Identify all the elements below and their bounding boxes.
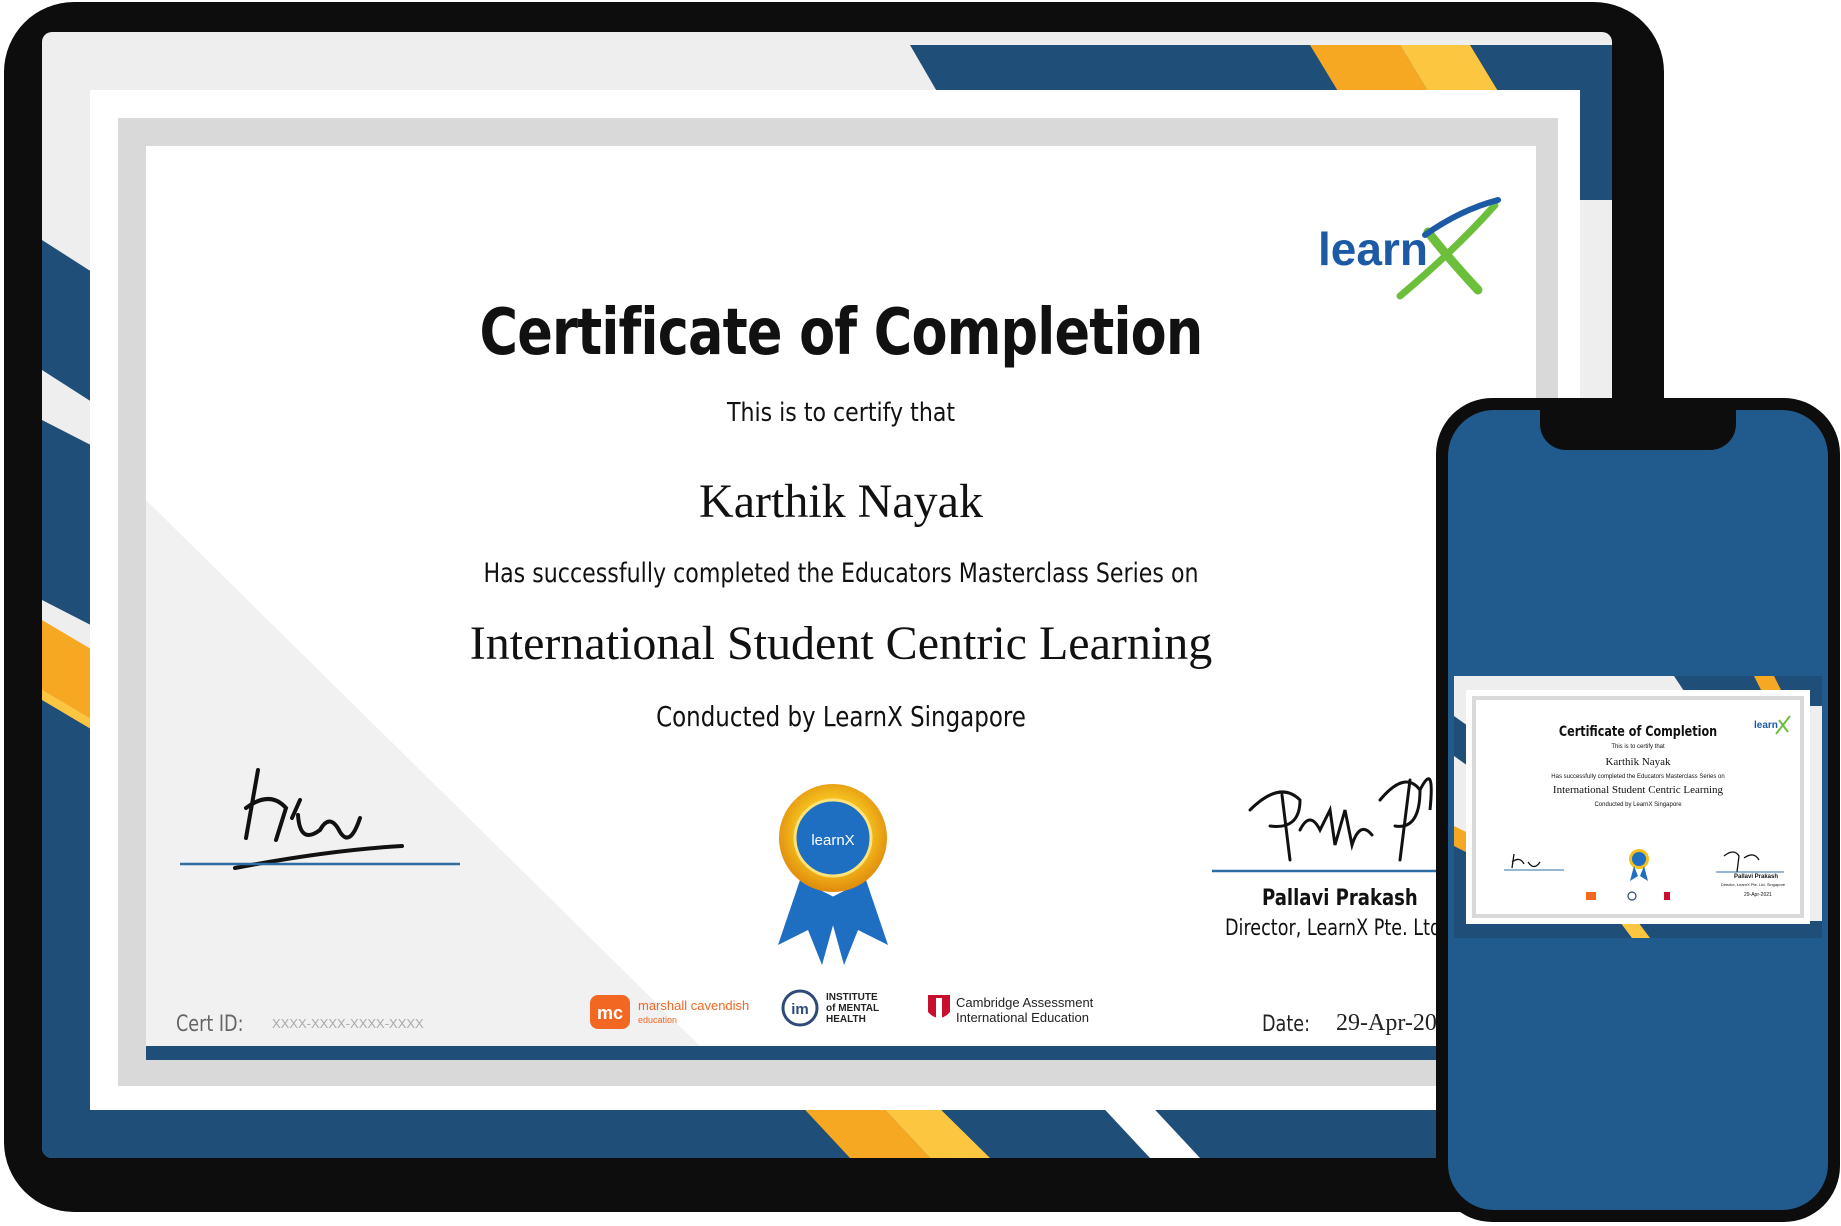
conducted-by: Conducted by LearnX Singapore bbox=[656, 700, 1026, 733]
date-label: Date: bbox=[1262, 1012, 1310, 1037]
certify-line: This is to certify that bbox=[726, 398, 956, 428]
svg-text:Cambridge Assessment: Cambridge Assessment bbox=[956, 995, 1094, 1010]
svg-text:of MENTAL: of MENTAL bbox=[826, 1003, 879, 1014]
svg-text:education: education bbox=[638, 1015, 677, 1025]
phone-device: learn Certificate of Completion This is … bbox=[1436, 398, 1840, 1222]
phone-conducted-by: Conducted by LearnX Singapore bbox=[1594, 802, 1682, 808]
phone-certificate: learn Certificate of Completion This is … bbox=[1454, 676, 1822, 938]
signatory-name: Pallavi Prakash bbox=[1262, 886, 1418, 911]
learnx-logo-text: learn bbox=[1318, 223, 1428, 275]
phone-recipient-name: Karthik Nayak bbox=[1605, 756, 1671, 768]
phone-date-value: 29-Apr-2021 bbox=[1744, 892, 1772, 898]
phone-screen: learn Certificate of Completion This is … bbox=[1448, 410, 1828, 1210]
certificate-title: Certificate of Completion bbox=[479, 296, 1204, 370]
phone-cert-title: Certificate of Completion bbox=[1558, 724, 1718, 740]
course-name: International Student Centric Learning bbox=[469, 617, 1213, 670]
date-value: 29-Apr-20 bbox=[1336, 1010, 1437, 1036]
phone-completion-line: Has successfully completed the Educators… bbox=[1551, 774, 1725, 780]
cert-id-value: XXXX-XXXX-XXXX-XXXX bbox=[272, 1016, 424, 1031]
phone-course-name: International Student Centric Learning bbox=[1552, 784, 1724, 796]
svg-text:marshall cavendish: marshall cavendish bbox=[638, 998, 749, 1013]
svg-text:INSTITUTE: INSTITUTE bbox=[826, 992, 878, 1003]
seal-text: learnX bbox=[811, 832, 854, 849]
phone-signatory-title: Director, LearnX Pte. Ltd, Singapore bbox=[1720, 882, 1786, 887]
phone-certify-line: This is to certify that bbox=[1611, 744, 1665, 750]
svg-text:International Education: International Education bbox=[956, 1010, 1089, 1025]
completion-line: Has successfully completed the Educators… bbox=[483, 558, 1199, 589]
svg-text:HEALTH: HEALTH bbox=[826, 1014, 866, 1025]
phone-signatory-name: Pallavi Prakash bbox=[1733, 874, 1779, 880]
cert-id-label: Cert ID: bbox=[176, 1012, 244, 1037]
recipient-name: Karthik Nayak bbox=[699, 475, 983, 528]
svg-text:mc: mc bbox=[597, 1003, 623, 1023]
svg-text:im: im bbox=[791, 1001, 809, 1018]
phone-notch bbox=[1540, 410, 1736, 450]
